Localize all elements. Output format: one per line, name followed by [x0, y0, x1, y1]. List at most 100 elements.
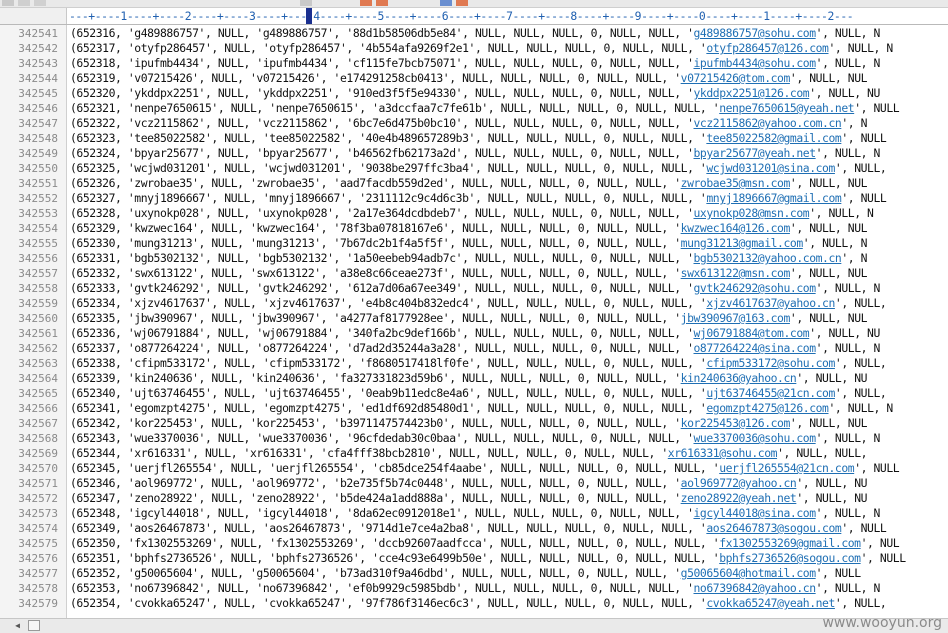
text-line[interactable]: (652351, 'bphfs2736526', NULL, 'bphfs273…	[70, 551, 906, 566]
text-line[interactable]: (652332, 'swx613122', NULL, 'swx613122',…	[70, 266, 867, 281]
sql-values-text: (652330, 'mung31213', NULL, 'mung31213',…	[70, 236, 681, 250]
email-link[interactable]: aol969772@yahoo.cn	[681, 476, 797, 490]
email-link[interactable]: kwzwec164@126.com	[681, 221, 791, 235]
email-link[interactable]: kin240636@yahoo.cn	[681, 371, 797, 385]
text-line[interactable]: (652327, 'mnyj1896667', NULL, 'mnyj18966…	[70, 191, 887, 206]
email-link[interactable]: aos26467873@sogou.com	[706, 521, 841, 535]
toolbar-icon[interactable]	[456, 0, 468, 6]
toolbar-icon[interactable]	[2, 0, 14, 6]
text-line[interactable]: (652347, 'zeno28922', NULL, 'zeno28922',…	[70, 491, 867, 506]
email-link[interactable]: nenpe7650615@yeah.net	[719, 101, 854, 115]
text-line[interactable]: (652323, 'tee85022582', NULL, 'tee850225…	[70, 131, 887, 146]
text-line[interactable]: (652343, 'wue3370036', NULL, 'wue3370036…	[70, 431, 880, 446]
horizontal-scrollbar[interactable]: ◀	[0, 618, 948, 633]
text-line[interactable]: (652345, 'uerjfl265554', NULL, 'uerjfl26…	[70, 461, 900, 476]
email-link[interactable]: cvokka65247@yeah.net	[706, 596, 835, 610]
toolbar-icon[interactable]	[300, 0, 312, 6]
text-line[interactable]: (652329, 'kwzwec164', NULL, 'kwzwec164',…	[70, 221, 867, 236]
scrollbar-thumb[interactable]	[28, 620, 40, 631]
email-link[interactable]: uerjfl265554@21cn.com	[719, 461, 854, 475]
email-link[interactable]: swx613122@msn.com	[681, 266, 791, 280]
toolbar-icon[interactable]	[376, 0, 388, 6]
email-link[interactable]: gvtk246292@sohu.com	[694, 281, 817, 295]
email-link[interactable]: jbw390967@163.com	[681, 311, 791, 325]
email-link[interactable]: fx1302553269@gmail.com	[719, 536, 861, 550]
text-line[interactable]: (652341, 'egomzpt4275', NULL, 'egomzpt42…	[70, 401, 893, 416]
email-link[interactable]: otyfp286457@126.com	[706, 41, 829, 55]
text-line[interactable]: (652348, 'igcyl44018', NULL, 'igcyl44018…	[70, 506, 880, 521]
email-link[interactable]: wue3370036@sohu.com	[694, 431, 817, 445]
text-line[interactable]: (652318, 'ipufmb4434', NULL, 'ipufmb4434…	[70, 56, 880, 71]
email-link[interactable]: igcyl44018@sina.com	[694, 506, 817, 520]
text-line[interactable]: (652337, 'o877264224', NULL, 'o877264224…	[70, 341, 880, 356]
text-line[interactable]: (652317, 'otyfp286457', NULL, 'otyfp2864…	[70, 41, 893, 56]
email-link[interactable]: mung31213@gmail.com	[681, 236, 804, 250]
text-line[interactable]: (652352, 'g50065604', NULL, 'g50065604',…	[70, 566, 861, 581]
email-link[interactable]: ujt63746455@21cn.com	[706, 386, 835, 400]
text-content-area[interactable]: (652316, 'g489886757', NULL, 'g489886757…	[66, 25, 948, 618]
sql-values-text: (652324, 'bpyar25677', NULL, 'bpyar25677…	[70, 146, 694, 160]
text-line[interactable]: (652344, 'xr616331', NULL, 'xr616331', '…	[70, 446, 867, 461]
toolbar-icon[interactable]	[360, 0, 372, 6]
email-link[interactable]: tee85022582@gmail.com	[706, 131, 841, 145]
email-link[interactable]: cfipm533172@sohu.com	[706, 356, 835, 370]
email-link[interactable]: xr616331@sohu.com	[668, 446, 778, 460]
text-line[interactable]: (652331, 'bgb5302132', NULL, 'bgb5302132…	[70, 251, 867, 266]
email-link[interactable]: uxynokp028@msn.com	[694, 206, 810, 220]
text-line[interactable]: (652349, 'aos26467873', NULL, 'aos264678…	[70, 521, 887, 536]
text-line[interactable]: (652324, 'bpyar25677', NULL, 'bpyar25677…	[70, 146, 880, 161]
text-line[interactable]: (652346, 'aol969772', NULL, 'aol969772',…	[70, 476, 867, 491]
toolbar-icon[interactable]	[34, 0, 46, 6]
text-line[interactable]: (652316, 'g489886757', NULL, 'g489886757…	[70, 26, 880, 41]
sql-values-tail: ', NULL, N	[815, 506, 881, 520]
text-line[interactable]: (652330, 'mung31213', NULL, 'mung31213',…	[70, 236, 867, 251]
sql-values-text: (652352, 'g50065604', NULL, 'g50065604',…	[70, 566, 681, 580]
email-link[interactable]: ykddpx2251@126.com	[694, 86, 810, 100]
text-line[interactable]: (652333, 'gvtk246292', NULL, 'gvtk246292…	[70, 281, 880, 296]
text-line[interactable]: (652350, 'fx1302553269', NULL, 'fx130255…	[70, 536, 900, 551]
email-link[interactable]: ipufmb4434@sohu.com	[694, 56, 817, 70]
text-line[interactable]: (652335, 'jbw390967', NULL, 'jbw390967',…	[70, 311, 867, 326]
email-link[interactable]: wcjwd031201@sina.com	[706, 161, 835, 175]
email-link[interactable]: v07215426@tom.com	[681, 71, 791, 85]
text-line[interactable]: (652338, 'cfipm533172', NULL, 'cfipm5331…	[70, 356, 887, 371]
text-line[interactable]: (652342, 'kor225453', NULL, 'kor225453',…	[70, 416, 867, 431]
email-link[interactable]: egomzpt4275@126.com	[706, 401, 829, 415]
email-link[interactable]: g50065604@hotmail.com	[681, 566, 816, 580]
sql-values-text: (652329, 'kwzwec164', NULL, 'kwzwec164',…	[70, 221, 681, 235]
text-line[interactable]: (652326, 'zwrobae35', NULL, 'zwrobae35',…	[70, 176, 867, 191]
text-line[interactable]: (652319, 'v07215426', NULL, 'v07215426',…	[70, 71, 867, 86]
email-link[interactable]: bpyar25677@yeah.net	[694, 146, 817, 160]
email-link[interactable]: kor225453@126.com	[681, 416, 791, 430]
text-line[interactable]: (652336, 'wj06791884', NULL, 'wj06791884…	[70, 326, 880, 341]
text-line[interactable]: (652320, 'ykddpx2251', NULL, 'ykddpx2251…	[70, 86, 880, 101]
email-link[interactable]: bphfs2736526@sogou.com	[719, 551, 861, 565]
email-link[interactable]: xjzv4617637@yahoo.cn	[706, 296, 835, 310]
line-number: 342559	[18, 297, 58, 310]
email-link[interactable]: vcz2115862@yahoo.com.cn	[694, 116, 842, 130]
email-link[interactable]: no67396842@yahoo.cn	[694, 581, 817, 595]
toolbar-icon[interactable]	[18, 0, 30, 6]
email-link[interactable]: zeno28922@yeah.net	[681, 491, 797, 505]
toolbar-icon[interactable]	[440, 0, 452, 6]
email-link[interactable]: mnyj1896667@gmail.com	[706, 191, 841, 205]
text-line[interactable]: (652339, 'kin240636', NULL, 'kin240636',…	[70, 371, 867, 386]
text-line[interactable]: (652328, 'uxynokp028', NULL, 'uxynokp028…	[70, 206, 874, 221]
text-line[interactable]: (652353, 'no67396842', NULL, 'no67396842…	[70, 581, 880, 596]
text-line[interactable]: (652322, 'vcz2115862', NULL, 'vcz2115862…	[70, 116, 867, 131]
email-link[interactable]: g489886757@sohu.com	[694, 26, 817, 40]
email-link[interactable]: o877264224@sina.com	[694, 341, 817, 355]
line-number: 342554	[18, 222, 58, 235]
email-link[interactable]: wj06791884@tom.com	[694, 326, 810, 340]
text-line[interactable]: (652334, 'xjzv4617637', NULL, 'xjzv46176…	[70, 296, 887, 311]
text-line[interactable]: (652354, 'cvokka65247', NULL, 'cvokka652…	[70, 596, 887, 611]
sql-values-tail: ', N	[841, 116, 868, 130]
sql-values-text: (652328, 'uxynokp028', NULL, 'uxynokp028…	[70, 206, 694, 220]
text-line[interactable]: (652325, 'wcjwd031201', NULL, 'wcjwd0312…	[70, 161, 887, 176]
scroll-left-arrow-icon[interactable]: ◀	[12, 620, 23, 631]
email-link[interactable]: zwrobae35@msn.com	[681, 176, 791, 190]
text-line[interactable]: (652340, 'ujt63746455', NULL, 'ujt637464…	[70, 386, 887, 401]
line-number: 342564	[18, 372, 58, 385]
email-link[interactable]: bgb5302132@yahoo.com.cn	[694, 251, 842, 265]
text-line[interactable]: (652321, 'nenpe7650615', NULL, 'nenpe765…	[70, 101, 900, 116]
